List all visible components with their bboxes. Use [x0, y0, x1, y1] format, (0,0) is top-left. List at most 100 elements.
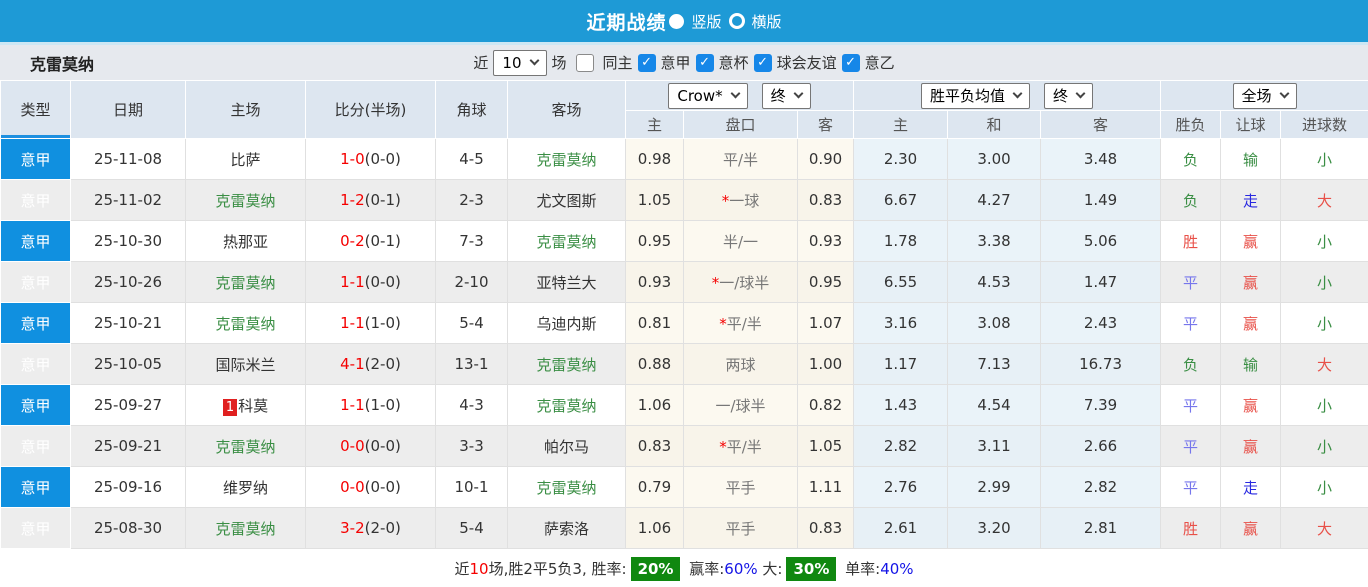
home-team-name[interactable]: 克雷莫纳 — [215, 192, 275, 210]
date-label: 25-11-02 — [93, 191, 163, 209]
goals-result-label: 大 — [1317, 355, 1333, 374]
header-avg-group: 胜平负均值 终 — [853, 80, 1162, 111]
summary-single-label: 单率: — [840, 560, 881, 578]
table-row: 意甲 25-10-30 热那亚 0-2(0-1) 7-3 克雷莫纳 0.95 半/一 0.93 1… — [0, 220, 1368, 262]
odds-away-value: 1.05 — [808, 437, 843, 455]
odds-time-select[interactable]: 终 — [761, 82, 811, 109]
avg-source-select[interactable]: 胜平负均值 — [921, 82, 1031, 109]
vertical-layout-radio-selected[interactable] — [669, 13, 685, 29]
result-cell: 胜 — [1160, 507, 1222, 549]
result-label: 负 — [1183, 355, 1199, 374]
match-count-select[interactable]: 10 — [493, 49, 547, 76]
home-team-name[interactable]: 科莫 — [238, 397, 268, 415]
avg-away-cell: 1.49 — [1040, 179, 1162, 221]
away-team-cell: 克雷莫纳 — [507, 138, 626, 180]
league-label: 意甲 — [20, 232, 51, 251]
avg-draw-cell: 3.00 — [947, 138, 1042, 180]
home-team-name[interactable]: 克雷莫纳 — [215, 438, 275, 456]
half-time-score: (0-1) — [364, 232, 401, 250]
odds-home-value: 1.05 — [637, 191, 672, 209]
date-label: 25-10-21 — [93, 314, 163, 332]
away-team-name[interactable]: 亚特兰大 — [536, 274, 596, 292]
odds-home-value: 0.95 — [637, 232, 672, 250]
goals-result-label: 小 — [1317, 314, 1333, 333]
half-time-score: (0-1) — [364, 191, 401, 209]
odds-away-cell: 0.82 — [796, 384, 855, 426]
odds-home-cell: 0.93 — [625, 261, 684, 303]
goals-result-label: 小 — [1317, 150, 1333, 169]
league-checkbox-serie-a[interactable]: ✓ — [637, 53, 656, 72]
date-cell: 25-10-21 — [70, 302, 186, 344]
filter-controls: 近 10 场 同主 ✓ 意甲 ✓ 意杯 ✓ 球会友谊 ✓ 意乙 — [473, 49, 895, 76]
horizontal-layout-label[interactable]: 横版 — [752, 11, 782, 32]
score-cell: 1-1(1-0) — [305, 384, 436, 426]
away-team-name[interactable]: 尤文图斯 — [536, 192, 596, 210]
home-team-cell: 比萨 — [185, 138, 306, 180]
avg-home-cell: 2.82 — [853, 425, 949, 467]
avg-home-value: 2.76 — [883, 478, 918, 496]
full-time-score: 1-0 — [340, 150, 365, 168]
odds-away-value: 0.93 — [808, 232, 843, 250]
summary-near: 近 — [454, 560, 470, 578]
home-team-name[interactable]: 热那亚 — [223, 233, 268, 251]
avg-home-value: 2.82 — [883, 437, 918, 455]
league-checkbox-coppa-italia[interactable]: ✓ — [695, 53, 714, 72]
home-team-cell: 克雷莫纳 — [185, 261, 306, 303]
handicap-result-label: 走 — [1243, 478, 1259, 497]
avg-draw-cell: 3.11 — [947, 425, 1042, 467]
away-team-name[interactable]: 克雷莫纳 — [536, 233, 596, 251]
league-checkbox-serie-b[interactable]: ✓ — [841, 53, 860, 72]
date-cell: 25-09-21 — [70, 425, 186, 467]
result-cell: 平 — [1160, 425, 1222, 467]
handicap-result-cell: 赢 — [1220, 261, 1282, 303]
same-home-checkbox[interactable] — [575, 53, 594, 72]
avg-draw-value: 3.11 — [977, 437, 1011, 455]
handicap-value: 平/半 — [726, 314, 762, 333]
home-team-name[interactable]: 维罗纳 — [223, 479, 268, 497]
avg-home-value: 2.61 — [883, 519, 918, 537]
home-team-name[interactable]: 克雷莫纳 — [215, 274, 275, 292]
table-row: 意甲 25-09-27 1 科莫 1-1(1-0) 4-3 克雷莫纳 1.06 一/球半 0.82… — [0, 384, 1368, 426]
home-team-name[interactable]: 国际米兰 — [215, 356, 275, 374]
corners-cell: 3-3 — [435, 425, 508, 467]
scope-value: 全场 — [1241, 87, 1272, 105]
away-team-name[interactable]: 克雷莫纳 — [536, 151, 596, 169]
result-cell: 负 — [1160, 138, 1222, 180]
away-team-name[interactable]: 萨索洛 — [544, 520, 589, 538]
league-label-club-friendly: 球会友谊 — [776, 54, 837, 72]
corners-value: 4-5 — [459, 150, 484, 168]
avg-time-select[interactable]: 终 — [1044, 82, 1094, 109]
away-team-name[interactable]: 克雷莫纳 — [536, 397, 596, 415]
avg-draw-value: 3.08 — [977, 314, 1011, 332]
vertical-layout-label[interactable]: 竖版 — [691, 11, 721, 32]
handicap-result-label: 走 — [1243, 191, 1259, 210]
league-label: 意甲 — [20, 478, 51, 497]
horizontal-layout-radio[interactable] — [728, 13, 745, 29]
home-team-name[interactable]: 克雷莫纳 — [215, 520, 275, 538]
league-cell: 意甲 — [0, 220, 71, 262]
corners-cell: 10-1 — [435, 466, 508, 508]
away-team-name[interactable]: 乌迪内斯 — [536, 315, 596, 333]
away-team-cell: 克雷莫纳 — [507, 343, 626, 385]
home-team-name[interactable]: 比萨 — [230, 151, 260, 169]
league-label: 意甲 — [20, 437, 51, 456]
result-label: 平 — [1183, 396, 1199, 415]
result-label: 平 — [1183, 437, 1199, 456]
away-team-name[interactable]: 帕尔马 — [544, 438, 589, 456]
odds-source-select[interactable]: Crow* — [668, 82, 748, 109]
date-label: 25-10-05 — [93, 355, 163, 373]
avg-away-value: 2.81 — [1083, 519, 1118, 537]
corners-value: 13-1 — [454, 355, 489, 373]
away-team-cell: 克雷莫纳 — [507, 466, 626, 508]
away-team-name[interactable]: 克雷莫纳 — [536, 356, 596, 374]
away-team-cell: 尤文图斯 — [507, 179, 626, 221]
away-team-name[interactable]: 克雷莫纳 — [536, 479, 596, 497]
result-label: 平 — [1183, 478, 1199, 497]
league-checkbox-club-friendly[interactable]: ✓ — [753, 53, 772, 72]
home-team-name[interactable]: 克雷莫纳 — [215, 315, 275, 333]
avg-draw-cell: 3.20 — [947, 507, 1042, 549]
avg-draw-cell: 2.99 — [947, 466, 1042, 508]
summary-record: 场,胜2平5负3, 胜率: — [488, 560, 627, 578]
half-time-score: (0-0) — [364, 437, 401, 455]
scope-select[interactable]: 全场 — [1232, 82, 1297, 109]
